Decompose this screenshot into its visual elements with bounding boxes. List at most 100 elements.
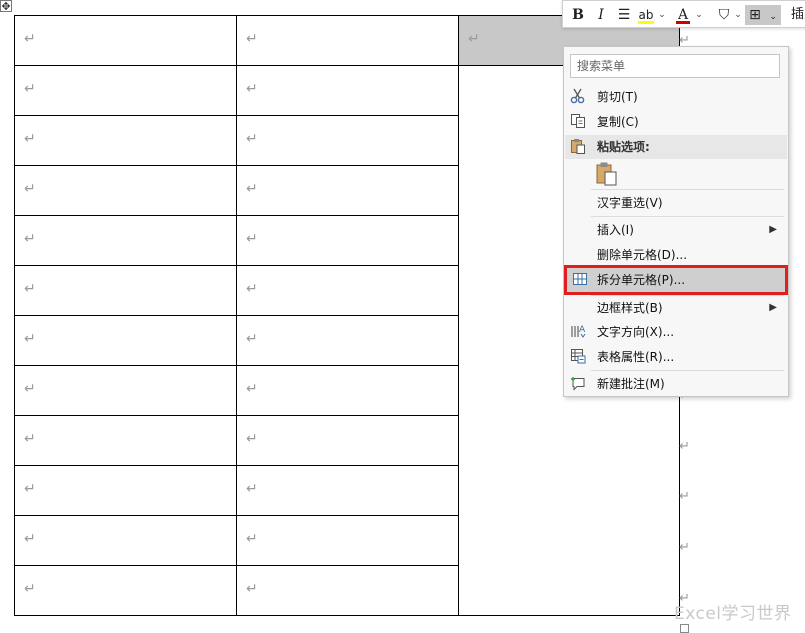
menu-item-reconversion[interactable]: 汉字重选(V) bbox=[565, 191, 787, 215]
cell-end-mark: ↵ bbox=[246, 481, 258, 497]
cell-end-mark: ↵ bbox=[24, 131, 36, 147]
table-cell[interactable]: ↵ bbox=[14, 365, 237, 416]
font-color-button[interactable]: A bbox=[675, 5, 691, 25]
table-cell[interactable]: ↵ bbox=[14, 65, 237, 116]
cell-end-mark: ↵ bbox=[468, 31, 480, 47]
shading-dropdown-chevron[interactable]: ⌄ bbox=[733, 5, 743, 25]
cell-end-mark: ↵ bbox=[24, 331, 36, 347]
table-cell[interactable]: ↵ bbox=[14, 265, 237, 316]
cell-end-mark: ↵ bbox=[24, 231, 36, 247]
menu-search-input[interactable]: 搜索菜单 bbox=[570, 54, 780, 78]
table-cell[interactable]: ↵ bbox=[14, 215, 237, 266]
table-cell[interactable]: ↵ bbox=[236, 465, 459, 516]
cell-end-mark: ↵ bbox=[246, 431, 258, 447]
center-align-button[interactable]: ☰ bbox=[615, 5, 633, 25]
table-cell[interactable]: ↵ bbox=[236, 65, 459, 116]
menu-item-label: 表格属性(R)... bbox=[597, 350, 675, 364]
menu-item-copy[interactable]: 复制(C) bbox=[565, 110, 787, 134]
table-cell[interactable]: ↵ bbox=[14, 165, 237, 216]
table-cell[interactable]: ↵ bbox=[236, 15, 459, 66]
row-end-mark: ↵ bbox=[679, 540, 690, 555]
table-move-handle[interactable]: ✥ bbox=[0, 0, 12, 12]
cell-end-mark: ↵ bbox=[246, 281, 258, 297]
cell-end-mark: ↵ bbox=[246, 381, 258, 397]
highlight-dropdown-chevron[interactable]: ⌄ bbox=[657, 5, 667, 25]
menu-item-table-properties[interactable]: 表格属性(R)... bbox=[565, 345, 787, 369]
table-cell[interactable]: ↵ bbox=[236, 165, 459, 216]
table-cell[interactable]: ↵ bbox=[236, 565, 459, 616]
menu-item-split-cells[interactable]: 拆分单元格(P)... bbox=[564, 265, 788, 295]
menu-item-label: 边框样式(B) bbox=[597, 301, 663, 315]
font-color-dropdown-chevron[interactable]: ⌄ bbox=[694, 5, 704, 25]
menu-separator bbox=[591, 370, 784, 371]
menu-item-label: 删除单元格(D)... bbox=[597, 248, 688, 262]
split-cells-icon bbox=[571, 271, 589, 289]
table-cell[interactable]: ↵ bbox=[236, 515, 459, 566]
table-cell[interactable]: ↵ bbox=[14, 565, 237, 616]
highlight-button[interactable]: ab bbox=[637, 5, 655, 25]
cell-end-mark: ↵ bbox=[246, 31, 258, 47]
cell-end-mark: ↵ bbox=[246, 331, 258, 347]
menu-item-delete-cells[interactable]: 删除单元格(D)... bbox=[565, 243, 787, 267]
menu-item-new-comment[interactable]: 新建批注(M) bbox=[565, 372, 787, 396]
cell-end-mark: ↵ bbox=[24, 581, 36, 597]
menu-item-label: 插入(I) bbox=[597, 223, 634, 237]
table-cell[interactable]: ↵ bbox=[14, 465, 237, 516]
menu-header-paste-options: 粘贴选项: bbox=[565, 135, 787, 159]
paste-clipboard-icon bbox=[569, 138, 587, 156]
cell-end-mark: ↵ bbox=[24, 31, 36, 47]
menu-item-label: 汉字重选(V) bbox=[597, 196, 663, 210]
context-menu: 搜索菜单 剪切(T) 复制(C) 粘贴选项: 汉字重选(V) 插入(I) ▶ 删… bbox=[563, 46, 789, 397]
table-cell[interactable]: ↵ bbox=[14, 15, 237, 66]
row-end-mark: ↵ bbox=[679, 489, 690, 504]
table-cell[interactable]: ↵ bbox=[14, 415, 237, 466]
table-cell[interactable]: ↵ bbox=[236, 415, 459, 466]
table-cell[interactable]: ↵ bbox=[236, 265, 459, 316]
highlight-icon: ab bbox=[638, 8, 654, 22]
paste-keep-formatting-icon[interactable] bbox=[596, 161, 618, 187]
watermark: Excel学习世界 bbox=[674, 604, 792, 624]
borders-button[interactable]: ⊞ ⌄ bbox=[745, 5, 781, 25]
menu-item-label: 复制(C) bbox=[597, 115, 639, 129]
cell-end-mark: ↵ bbox=[24, 281, 36, 297]
new-comment-icon bbox=[569, 375, 587, 393]
table-cell[interactable]: ↵ bbox=[14, 315, 237, 366]
menu-item-border-styles[interactable]: 边框样式(B) ▶ bbox=[565, 296, 787, 320]
cell-end-mark: ↵ bbox=[24, 481, 36, 497]
cell-end-mark: ↵ bbox=[246, 231, 258, 247]
table-cell[interactable]: ↵ bbox=[14, 515, 237, 566]
table-cell[interactable]: ↵ bbox=[236, 365, 459, 416]
cell-end-mark: ↵ bbox=[246, 531, 258, 547]
borders-dropdown-chevron: ⌄ bbox=[769, 12, 777, 22]
menu-item-label: 拆分单元格(P)... bbox=[597, 273, 686, 287]
menu-item-insert[interactable]: 插入(I) ▶ bbox=[565, 218, 787, 242]
table-cell[interactable]: ↵ bbox=[236, 315, 459, 366]
italic-button[interactable]: I bbox=[595, 5, 607, 25]
menu-item-label: 粘贴选项: bbox=[597, 140, 650, 154]
table-cell[interactable]: ↵ bbox=[236, 215, 459, 266]
table-cell[interactable]: ↵ bbox=[236, 115, 459, 166]
table-cell[interactable]: ↵ bbox=[14, 115, 237, 166]
menu-item-label: 新建批注(M) bbox=[597, 377, 665, 391]
submenu-arrow-icon: ▶ bbox=[769, 302, 777, 313]
menu-item-text-direction[interactable]: A 文字方向(X)... bbox=[565, 320, 787, 344]
shading-button[interactable]: ⛉ bbox=[715, 5, 733, 25]
submenu-arrow-icon: ▶ bbox=[769, 224, 777, 235]
table-properties-icon bbox=[569, 348, 587, 366]
insert-button[interactable]: 插入 bbox=[791, 5, 805, 25]
text-direction-icon: A bbox=[569, 323, 587, 341]
mini-toolbar: B I ☰ ab ⌄ A ⌄ ⛉ ⌄ ⊞ ⌄ 插入 bbox=[562, 0, 805, 28]
cell-end-mark: ↵ bbox=[24, 81, 36, 97]
cell-end-mark: ↵ bbox=[246, 81, 258, 97]
row-end-mark: ↵ bbox=[679, 439, 690, 454]
border-icon: ⊞ bbox=[749, 7, 761, 23]
highlight-color-bar bbox=[638, 21, 654, 24]
cell-end-mark: ↵ bbox=[24, 531, 36, 547]
menu-separator bbox=[591, 189, 784, 190]
menu-item-label: 剪切(T) bbox=[597, 90, 638, 104]
bold-button[interactable]: B bbox=[571, 5, 585, 25]
menu-item-cut[interactable]: 剪切(T) bbox=[565, 85, 787, 109]
font-color-bar bbox=[676, 21, 690, 24]
menu-item-label: 文字方向(X)... bbox=[597, 325, 675, 339]
end-of-document-marker bbox=[680, 624, 689, 633]
